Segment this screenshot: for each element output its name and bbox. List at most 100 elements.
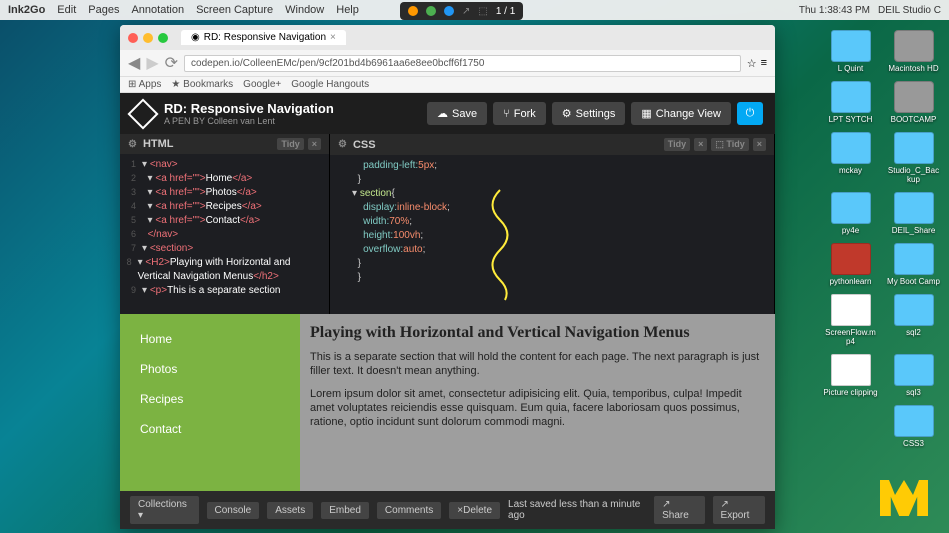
pen-blue-icon[interactable] (444, 6, 454, 16)
user-button[interactable]: ⏻ (737, 102, 763, 125)
icon-label: ScreenFlow.mp4 (823, 328, 878, 346)
desktop-icon[interactable]: BOOTCAMP (886, 81, 941, 124)
gear-icon: ⚙ (562, 107, 572, 120)
pen-author: A PEN BY Colleen van Lent (164, 116, 334, 126)
collections-button[interactable]: Collections ▾ (130, 496, 199, 524)
tool-icon[interactable]: ⬚ (478, 6, 487, 17)
editors-row: ⚙ HTML Tidy × 1▾ <nav> 2 ▾ <a href="">Ho… (120, 134, 775, 314)
codepen-logo-icon[interactable] (127, 98, 158, 129)
nav-home[interactable]: Home (120, 324, 300, 354)
settings-button[interactable]: ⚙Settings (552, 102, 626, 125)
red-icon (831, 243, 871, 275)
pen-green-icon[interactable] (426, 6, 436, 16)
folder-icon (894, 405, 934, 437)
desktop-icon[interactable]: ScreenFlow.mp4 (823, 294, 878, 346)
desktop-icon[interactable]: sql2 (886, 294, 941, 346)
share-button[interactable]: ↗ Share (654, 496, 704, 524)
icon-label: Picture clipping (823, 388, 877, 397)
css-tidy-button[interactable]: Tidy (664, 138, 690, 151)
arrow-icon[interactable]: ↗ (462, 6, 470, 17)
desktop-icon[interactable]: DEIL_Share (886, 192, 941, 235)
icon-label: DEIL_Share (892, 226, 936, 235)
pen-title: RD: Responsive Navigation (164, 101, 334, 116)
maximize-icon[interactable] (158, 33, 168, 43)
desktop-icon[interactable]: My Boot Camp (886, 243, 941, 286)
icon-label: Macintosh HD (888, 64, 938, 73)
bookmark-bookmarks[interactable]: ★ Bookmarks (171, 79, 233, 90)
app-menu[interactable]: Ink2Go (8, 4, 45, 16)
icon-label: L Quint (838, 64, 864, 73)
preview-heading: Playing with Horizontal and Vertical Nav… (310, 324, 765, 342)
bookmark-hangouts[interactable]: Google Hangouts (291, 79, 369, 90)
export-button[interactable]: ↗ Export (713, 496, 765, 524)
tab-close-icon[interactable]: × (330, 32, 336, 43)
cloud-icon: ☁ (437, 107, 448, 120)
delete-button[interactable]: ×Delete (449, 502, 500, 519)
menu-annotation[interactable]: Annotation (131, 4, 184, 16)
nav-recipes[interactable]: Recipes (120, 384, 300, 414)
fork-icon: ⑂ (503, 108, 510, 120)
nav-contact[interactable]: Contact (120, 414, 300, 444)
icon-label: My Boot Camp (887, 277, 940, 286)
desktop-icon[interactable]: Macintosh HD (886, 30, 941, 73)
folder-icon (831, 30, 871, 62)
tab-favicon-icon: ◉ (191, 32, 200, 43)
desktop-icon[interactable]: py4e (823, 192, 878, 235)
console-button[interactable]: Console (207, 502, 260, 519)
ink2go-toolbar[interactable]: ↗ ⬚ 1 / 1 (400, 2, 523, 20)
bookmark-google-plus[interactable]: Google+ (243, 79, 281, 90)
menu-help[interactable]: Help (336, 4, 359, 16)
bookmark-apps[interactable]: ⊞ Apps (128, 79, 161, 90)
html-close-button[interactable]: × (308, 138, 321, 150)
desktop-icon[interactable]: sql3 (886, 354, 941, 397)
fork-button[interactable]: ⑂Fork (493, 102, 546, 125)
embed-button[interactable]: Embed (321, 502, 369, 519)
menu-pages[interactable]: Pages (88, 4, 119, 16)
menu-screen-capture[interactable]: Screen Capture (196, 4, 273, 16)
icon-label: LPT SYTCH (829, 115, 873, 124)
icon-label: pythonlearn (830, 277, 872, 286)
desktop-icon[interactable]: Studio_C_Backup (886, 132, 941, 184)
css-close-2-button[interactable]: × (753, 138, 766, 151)
desktop-icon[interactable]: Picture clipping (823, 354, 878, 397)
address-bar: ◀ ▶ ⟳ codepen.io/ColleenEMc/pen/9cf201bd… (120, 50, 775, 77)
reload-icon[interactable]: ⟳ (165, 53, 178, 73)
desktop-icon[interactable]: LPT SYTCH (823, 81, 878, 124)
minimize-icon[interactable] (143, 33, 153, 43)
folder-icon (894, 192, 934, 224)
desktop-icon[interactable]: L Quint (823, 30, 878, 73)
folder-icon (894, 354, 934, 386)
codepen-header: RD: Responsive Navigation A PEN BY Colle… (120, 93, 775, 134)
css-close-button[interactable]: × (694, 138, 707, 151)
star-icon[interactable]: ☆ (747, 57, 757, 70)
html-label: HTML (143, 138, 174, 150)
hd-icon (894, 81, 934, 113)
hd-icon (894, 30, 934, 62)
desktop-icon[interactable]: pythonlearn (823, 243, 878, 286)
nav-photos[interactable]: Photos (120, 354, 300, 384)
pen-orange-icon[interactable] (408, 6, 418, 16)
css-settings-icon[interactable]: ⚙ (338, 139, 347, 150)
change-view-button[interactable]: ▦Change View (631, 102, 731, 125)
close-icon[interactable] (128, 33, 138, 43)
back-icon[interactable]: ◀ (128, 53, 140, 73)
css-code-area[interactable]: padding-left:5px; } ▾ section{ display:i… (330, 155, 774, 314)
preview-p1: This is a separate section that will hol… (310, 350, 765, 379)
menu-edit[interactable]: Edit (57, 4, 76, 16)
desktop-icon[interactable]: mckay (823, 132, 878, 184)
html-settings-icon[interactable]: ⚙ (128, 139, 137, 150)
comments-button[interactable]: Comments (377, 502, 441, 519)
desktop-icon[interactable]: CSS3 (886, 405, 941, 448)
save-button[interactable]: ☁Save (427, 102, 487, 125)
html-code-area[interactable]: 1▾ <nav> 2 ▾ <a href="">Home</a> 3 ▾ <a … (120, 154, 329, 314)
michigan-logo (874, 473, 934, 523)
forward-icon[interactable]: ▶ (146, 53, 158, 73)
browser-tab[interactable]: ◉ RD: Responsive Navigation × (181, 30, 346, 45)
assets-button[interactable]: Assets (267, 502, 313, 519)
menu-window[interactable]: Window (285, 4, 324, 16)
css-tidy-2-button[interactable]: ⬚ Tidy (711, 138, 748, 151)
url-input[interactable]: codepen.io/ColleenEMc/pen/9cf201bd4b6961… (184, 55, 741, 72)
folder-icon (894, 294, 934, 326)
menu-icon[interactable]: ≡ (761, 57, 767, 70)
html-tidy-button[interactable]: Tidy (277, 138, 303, 150)
